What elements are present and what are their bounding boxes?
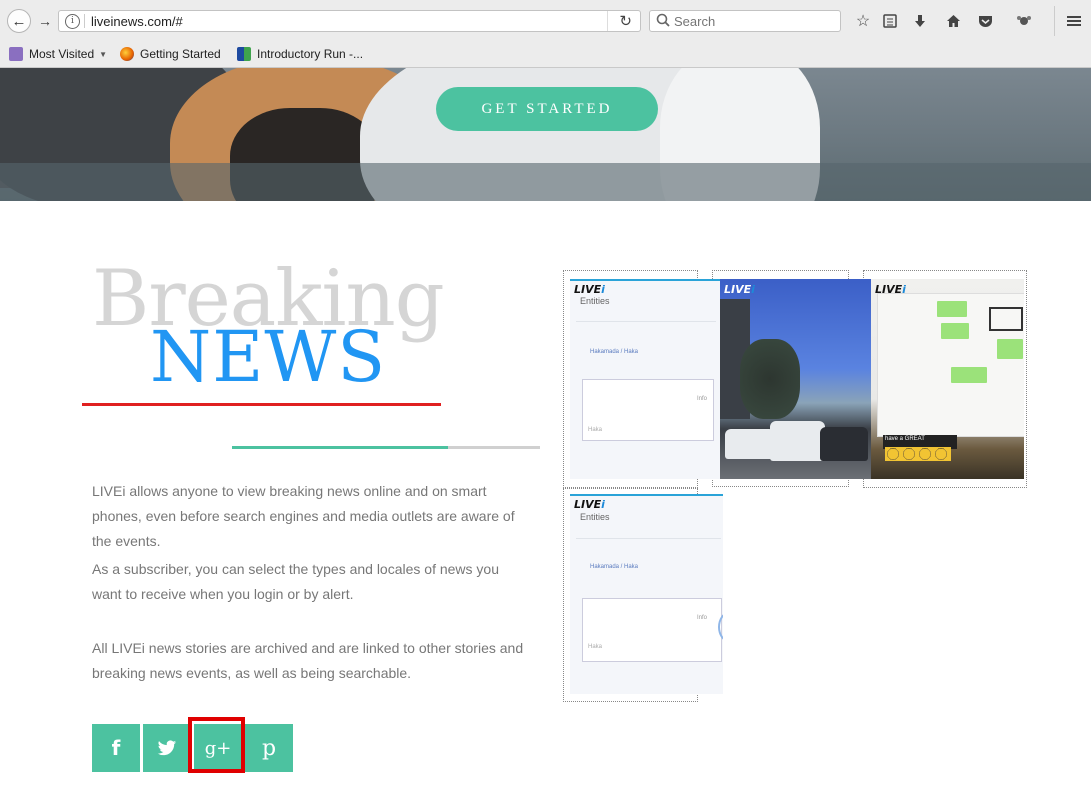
search-icon xyxy=(656,13,670,27)
firefox-icon xyxy=(120,47,134,61)
url-divider xyxy=(84,14,85,28)
bookmark-introductory-run[interactable]: Introductory Run -... xyxy=(237,46,363,62)
section-divider-accent xyxy=(232,446,448,449)
extension-icon[interactable] xyxy=(1014,11,1034,31)
search-input[interactable] xyxy=(674,13,834,29)
app-screenshot: LIVEi Entities Hakamada / Haka Info Haka xyxy=(570,279,720,479)
screenshot-top-bar xyxy=(570,494,723,496)
info-label: Info xyxy=(696,396,707,402)
livei-logo: LIVEi xyxy=(875,283,906,296)
photo-detail xyxy=(937,301,967,317)
reading-list-icon[interactable] xyxy=(880,11,900,31)
bookmark-label: Getting Started xyxy=(140,47,221,61)
pocket-icon[interactable] xyxy=(975,11,995,31)
app-screenshot: LIVEi Entities Hakamada / Haka Info Haka xyxy=(570,494,723,694)
folder-icon xyxy=(9,47,23,61)
bookmark-getting-started[interactable]: Getting Started xyxy=(120,46,221,62)
twitter-icon xyxy=(157,739,177,755)
archive-paragraph: All LIVEi news stories are archived and … xyxy=(92,640,524,681)
photo-detail xyxy=(941,323,969,339)
forward-arrow-icon: → xyxy=(38,13,52,29)
toolbar-separator xyxy=(1054,6,1055,36)
screenshot-divider xyxy=(576,538,721,539)
livei-logo: LIVEi xyxy=(574,498,605,511)
info-label: Info xyxy=(696,615,707,621)
subscriber-paragraph: As a subscriber, you can select the type… xyxy=(92,561,500,602)
twitter-share-button[interactable] xyxy=(143,724,191,772)
screenshot-top-bar xyxy=(570,279,720,281)
pinterest-icon: p xyxy=(261,735,277,761)
intro-paragraph: LIVEi allows anyone to view breaking new… xyxy=(92,483,515,549)
hero-photo-shape xyxy=(0,163,1091,201)
download-icon[interactable] xyxy=(910,11,930,31)
photo-detail xyxy=(770,421,825,461)
livei-logo: LIVEi xyxy=(724,283,755,296)
home-icon[interactable] xyxy=(943,11,963,31)
title-underline xyxy=(82,403,441,406)
forward-button[interactable]: → xyxy=(34,12,56,30)
livei-logo: LIVEi xyxy=(574,283,605,296)
info-icon[interactable]: i xyxy=(65,14,80,29)
bookmark-most-visited[interactable]: Most Visited ▼ xyxy=(9,46,107,62)
entities-label: Entities xyxy=(580,296,610,306)
pinterest-share-button[interactable]: p xyxy=(245,724,293,772)
facebook-icon: f xyxy=(111,736,121,760)
photo-detail xyxy=(820,427,868,461)
entities-label: Entities xyxy=(580,512,610,522)
search-bar[interactable] xyxy=(649,10,841,32)
bookmark-star-icon[interactable]: ☆ xyxy=(853,11,873,31)
section-divider xyxy=(448,446,540,449)
back-button[interactable]: ← xyxy=(7,9,31,33)
get-started-button[interactable]: GET STARTED xyxy=(436,87,658,131)
breadcrumb: Hakamada / Haka xyxy=(590,349,639,355)
photo-detail xyxy=(885,447,951,461)
url-text[interactable]: liveinews.com/# xyxy=(91,14,183,29)
browser-toolbar: ← → i liveinews.com/# ↻ ☆ xyxy=(0,0,1091,42)
photo-detail xyxy=(740,339,800,419)
grid-icon xyxy=(237,47,251,61)
hamburger-menu-icon[interactable] xyxy=(1064,11,1084,31)
photo-detail xyxy=(997,339,1023,359)
breadcrumb: Hakamada / Haka xyxy=(590,564,639,570)
highlight-annotation xyxy=(188,717,245,773)
title-news: NEWS xyxy=(150,316,387,398)
field-label: Haka xyxy=(588,644,603,650)
photo-detail xyxy=(725,429,775,459)
bookmark-label: Introductory Run -... xyxy=(257,47,364,61)
photo-detail xyxy=(951,367,987,383)
whiteboard-photo: have a GREAT LIVEi xyxy=(871,279,1024,479)
chevron-down-icon: ▼ xyxy=(99,49,108,59)
screenshot-panel: Info xyxy=(582,598,722,662)
url-divider xyxy=(607,11,608,31)
facebook-share-button[interactable]: f xyxy=(92,724,140,772)
back-arrow-icon: ← xyxy=(11,12,27,30)
address-bar[interactable]: i liveinews.com/# ↻ xyxy=(58,10,641,32)
parking-lot-photo: LIVEi xyxy=(720,279,872,479)
reload-icon[interactable]: ↻ xyxy=(619,12,632,30)
bookmark-label: Most Visited xyxy=(29,47,95,61)
screenshot-divider xyxy=(576,321,716,322)
field-label: Haka xyxy=(588,427,603,433)
photo-detail xyxy=(989,307,1023,331)
